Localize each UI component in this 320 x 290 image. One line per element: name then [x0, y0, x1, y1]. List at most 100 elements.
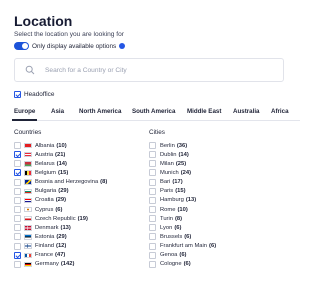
countries-list: Albania (10) Austria (21) Belarus (14) Belgium…: [14, 141, 107, 269]
country-name: France: [35, 252, 54, 259]
region-tabs: Europe Asia North America South America …: [11, 106, 300, 121]
page-title: Location: [14, 13, 73, 29]
city-row[interactable]: Cologne (6): [149, 260, 216, 269]
country-row[interactable]: Denmark (13): [14, 223, 107, 232]
finland-flag-icon: [24, 243, 32, 249]
city-row[interactable]: Turin (8): [149, 214, 216, 223]
country-name: Croatia: [35, 197, 54, 204]
cyprus-flag-icon: [24, 206, 32, 213]
country-checkbox[interactable]: [14, 142, 21, 150]
city-checkbox[interactable]: [149, 178, 156, 186]
country-row[interactable]: Estonia (29): [14, 232, 107, 241]
country-row[interactable]: Finland (12): [14, 242, 107, 251]
country-row[interactable]: Belarus (14): [14, 159, 107, 168]
city-checkbox[interactable]: [149, 151, 156, 159]
search-icon: [25, 65, 35, 75]
country-count: (8): [100, 179, 108, 186]
city-checkbox[interactable]: [149, 251, 156, 259]
country-row[interactable]: Bosnia and Herzegovina (8): [14, 178, 107, 187]
city-count: (6): [209, 243, 217, 250]
city-row[interactable]: Genoa (6): [149, 251, 216, 260]
country-checkbox[interactable]: [14, 169, 21, 177]
country-row[interactable]: Albania (10): [14, 141, 107, 150]
country-name: Belarus: [35, 160, 55, 167]
tab-middle-east[interactable]: Middle East: [187, 108, 221, 115]
city-row[interactable]: Munich (24): [149, 168, 216, 177]
country-checkbox[interactable]: [14, 260, 21, 268]
city-checkbox[interactable]: [149, 242, 156, 250]
country-checkbox[interactable]: [14, 215, 21, 223]
city-checkbox[interactable]: [149, 160, 156, 168]
country-checkbox[interactable]: [14, 233, 21, 241]
tab-europe[interactable]: Europe: [11, 108, 38, 121]
headoffice-checkbox[interactable]: [14, 91, 21, 98]
city-name: Brussels: [160, 233, 183, 240]
city-checkbox[interactable]: [149, 196, 156, 204]
tab-south-america[interactable]: South America: [132, 108, 175, 115]
albania-flag-icon: [24, 142, 32, 149]
city-row[interactable]: Rome (10): [149, 205, 216, 214]
city-checkbox[interactable]: [149, 233, 156, 241]
country-name: Austria: [35, 151, 54, 158]
city-count: (25): [175, 160, 187, 167]
info-icon[interactable]: [119, 43, 126, 49]
country-checkbox[interactable]: [14, 206, 21, 214]
city-row[interactable]: Paris (15): [149, 187, 216, 196]
tab-asia[interactable]: Asia: [51, 108, 64, 115]
tab-africa[interactable]: Africa: [271, 108, 289, 115]
city-row[interactable]: Bari (17): [149, 178, 216, 187]
city-count: (8): [175, 215, 183, 222]
country-name: Belgium: [35, 169, 56, 176]
city-count: (6): [179, 252, 187, 259]
city-count: (15): [175, 188, 186, 195]
city-count: (36): [176, 142, 188, 149]
city-count: (13): [185, 197, 197, 204]
city-name: Munich: [160, 169, 179, 176]
country-checkbox[interactable]: [14, 242, 21, 250]
city-checkbox[interactable]: [149, 224, 156, 232]
country-row[interactable]: Bulgaria (29): [14, 187, 107, 196]
country-checkbox[interactable]: [14, 160, 21, 168]
city-row[interactable]: Hamburg (13): [149, 196, 216, 205]
country-checkbox[interactable]: [14, 178, 21, 186]
city-checkbox[interactable]: [149, 215, 156, 223]
city-name: Genoa: [160, 252, 178, 259]
country-count: (29): [58, 188, 69, 195]
city-row[interactable]: Lyon (6): [149, 223, 216, 232]
country-checkbox[interactable]: [14, 251, 21, 259]
available-options-toggle-row: Only display available options: [14, 42, 126, 50]
country-name: Albania: [35, 142, 55, 149]
germany-flag-icon: [24, 261, 32, 268]
city-checkbox[interactable]: [149, 187, 156, 195]
country-row[interactable]: Croatia (29): [14, 196, 107, 205]
tab-australia[interactable]: Australia: [233, 108, 259, 115]
country-row[interactable]: France (47): [14, 251, 107, 260]
country-checkbox[interactable]: [14, 187, 21, 195]
search-input[interactable]: [43, 65, 267, 75]
country-row[interactable]: Cyprus (6): [14, 205, 107, 214]
city-row[interactable]: Berlin (36): [149, 141, 216, 150]
country-row[interactable]: Czech Republic (19): [14, 214, 107, 223]
france-flag-icon: [24, 252, 32, 258]
city-row[interactable]: Dublin (14): [149, 150, 216, 159]
croatia-flag-icon: [24, 197, 32, 204]
city-checkbox[interactable]: [149, 169, 156, 177]
tab-north-america[interactable]: North America: [79, 108, 121, 115]
location-panel: Location Select the location you are loo…: [0, 0, 300, 290]
bulgaria-flag-icon: [24, 188, 32, 195]
city-checkbox[interactable]: [149, 206, 156, 214]
country-checkbox[interactable]: [14, 224, 21, 232]
city-checkbox[interactable]: [149, 260, 156, 268]
available-options-toggle[interactable]: [14, 42, 29, 50]
city-count: (17): [172, 179, 183, 186]
country-row[interactable]: Germany (142): [14, 260, 107, 269]
country-row[interactable]: Belgium (15): [14, 168, 107, 177]
city-row[interactable]: Brussels (6): [149, 232, 216, 241]
city-row[interactable]: Frankfurt am Main (6): [149, 242, 216, 251]
city-checkbox[interactable]: [149, 142, 156, 150]
city-row[interactable]: Milan (25): [149, 159, 216, 168]
country-row[interactable]: Austria (21): [14, 150, 107, 159]
country-checkbox[interactable]: [14, 151, 21, 159]
belgium-flag-icon: [24, 170, 32, 176]
country-checkbox[interactable]: [14, 196, 21, 204]
